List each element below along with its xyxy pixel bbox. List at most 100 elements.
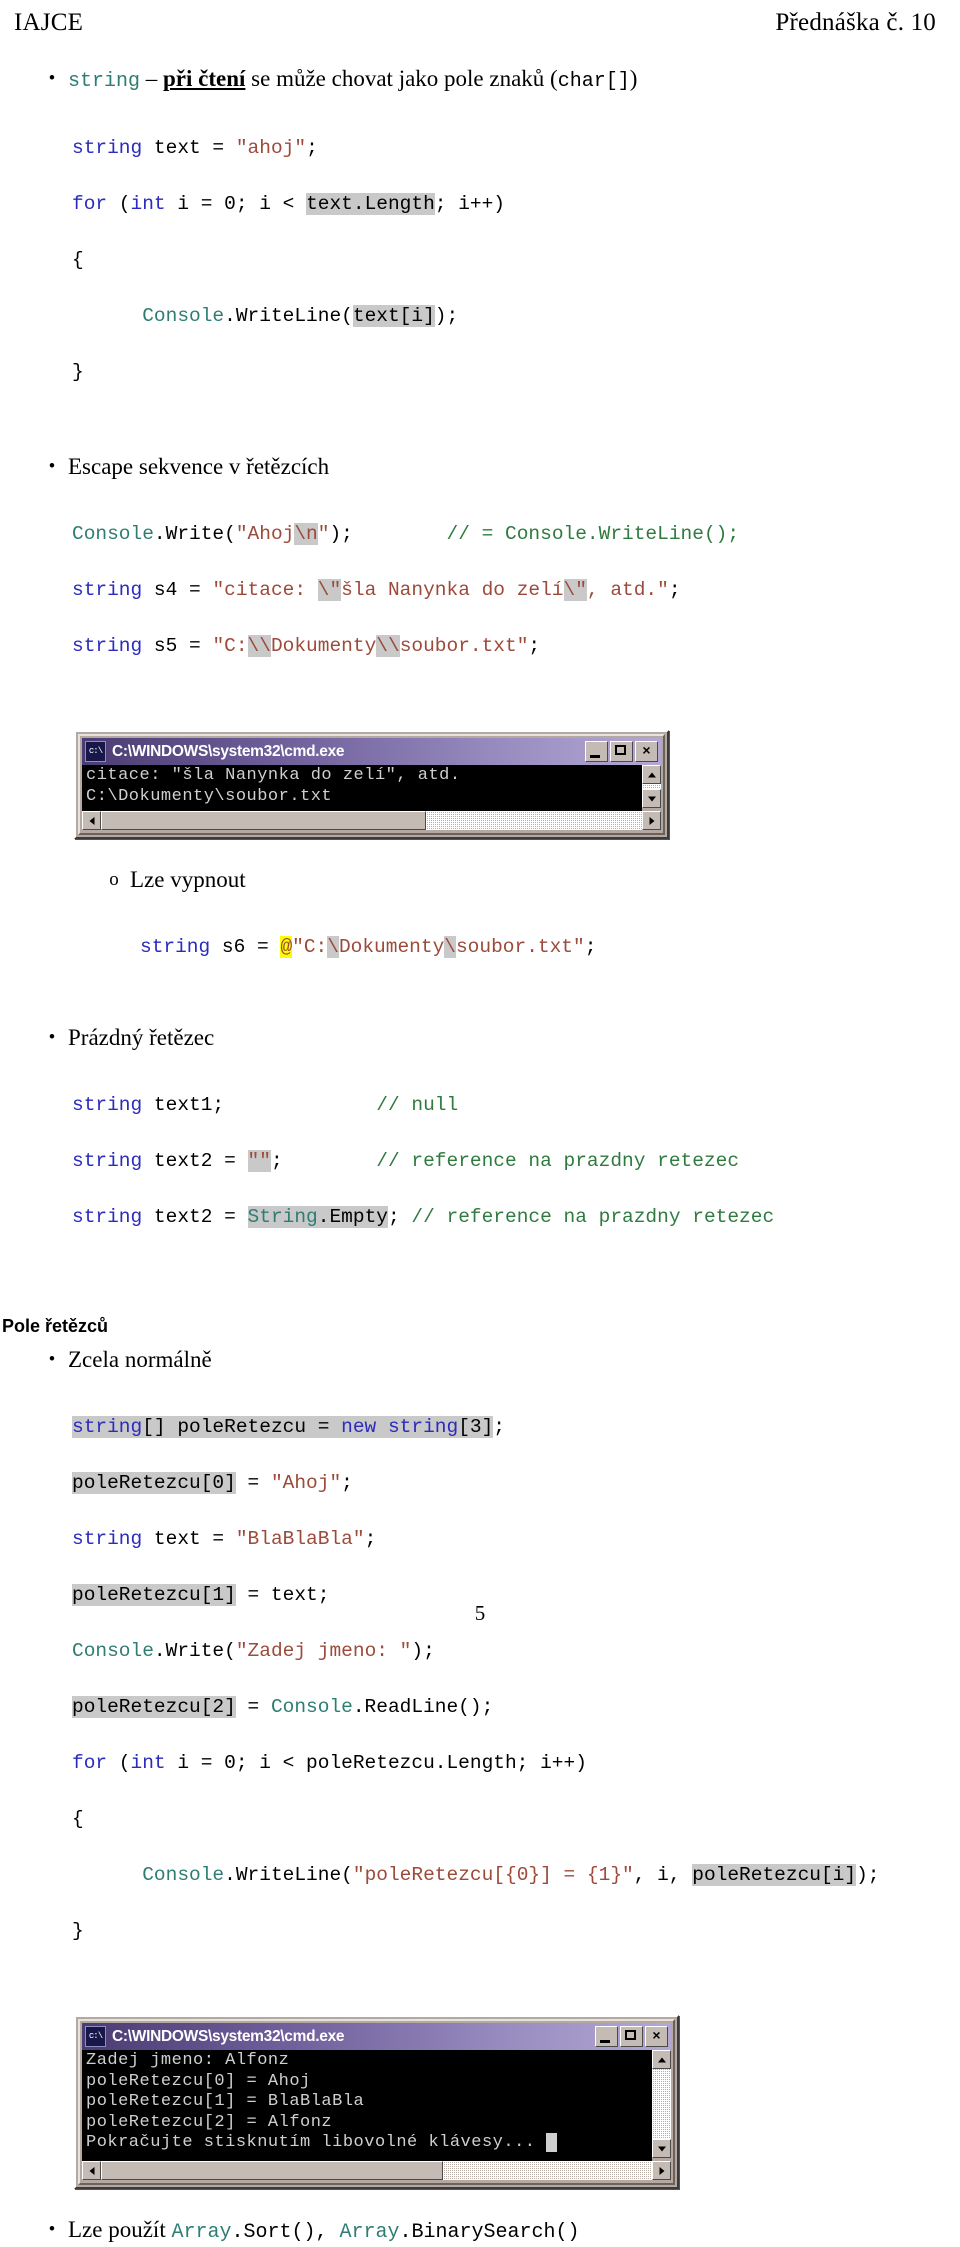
- code-line: }: [72, 1917, 960, 1945]
- console-1-screen-column: citace: "šla Nanynka do zelí", atd. C:\Do…: [82, 765, 642, 811]
- code-token-string: šla Nanynka do zelí: [341, 579, 564, 601]
- code-token-keyword: string: [72, 137, 143, 159]
- code-token-brace: }: [72, 1920, 84, 1942]
- code-line: string text2 = String.Empty; // referenc…: [72, 1203, 960, 1231]
- code-token-class: Console: [72, 523, 154, 545]
- code-token-plain: ;: [387, 1206, 412, 1228]
- code-token-plain: .Write(: [153, 523, 236, 545]
- code-token-gap: [353, 523, 447, 545]
- code-line: string text1; // null: [72, 1091, 960, 1119]
- bullet-lze-pouzit-text: Lze použít Array.Sort(), Array.BinarySea…: [68, 2215, 960, 2247]
- code-token-highlighted: text[i]: [352, 305, 435, 327]
- code-token-plain: =: [235, 1696, 271, 1718]
- code-token-plain: .Write(: [153, 1640, 236, 1662]
- code-token-brace: {: [72, 249, 84, 271]
- inline-code-binarysearch: .BinarySearch(): [399, 2221, 580, 2244]
- code-token-string: "Ahoj: [235, 523, 295, 545]
- console-1-vertical-scrollbar[interactable]: [642, 765, 661, 808]
- code-token-class: Console: [72, 1640, 154, 1662]
- console-1-titlebar[interactable]: c:\ C:\WINDOWS\system32\cmd.exe ×: [82, 738, 661, 765]
- scroll-down-arrow-icon[interactable]: [652, 2139, 671, 2158]
- hscroll-track[interactable]: [425, 811, 642, 830]
- scroll-left-arrow-icon[interactable]: [82, 811, 101, 830]
- scroll-left-arrow-icon[interactable]: [82, 2161, 101, 2180]
- bullet-marker-disc: •: [48, 1349, 56, 1370]
- console-window-2[interactable]: c:\ C:\WINDOWS\system32\cmd.exe × Zadej …: [74, 2015, 679, 2189]
- console-window-2-wrapper: c:\ C:\WINDOWS\system32\cmd.exe × Zadej …: [0, 2015, 960, 2189]
- inline-code-array-1: Array: [171, 2221, 232, 2244]
- console-2-body: Zadej jmeno: Alfonz poleRetezcu[0] = Ahoj…: [82, 2050, 671, 2161]
- code-token-comment: // = Console.WriteLine();: [446, 523, 740, 545]
- code-token-gap: [376, 1416, 388, 1438]
- console-1-horizontal-scrollbar[interactable]: [82, 811, 661, 830]
- code-token-plain: s5 =: [142, 635, 213, 657]
- code-token-plain: =: [235, 1472, 271, 1494]
- code-token-highlighted: poleRetezcu[0]: [72, 1472, 236, 1494]
- code-token-keyword: string: [72, 579, 143, 601]
- code-token-keyword: int: [130, 193, 166, 215]
- code-line: string s5 = "C:\\Dokumenty\\soubor.txt";: [72, 632, 960, 660]
- code-block-string-array: string[] poleRetezcu = new string[3]; po…: [0, 1385, 960, 2001]
- code-line: for (int i = 0; i < text.Length; i++): [72, 190, 960, 218]
- bullet-escape-sequences: • Escape sekvence v řetězcích: [0, 452, 960, 482]
- maximize-button[interactable]: [620, 2026, 643, 2047]
- hscroll-track-wrap[interactable]: [101, 811, 642, 830]
- console-2-horizontal-scrollbar[interactable]: [82, 2161, 671, 2180]
- code-token-plain: (: [107, 193, 131, 215]
- close-button[interactable]: ×: [645, 2026, 668, 2047]
- code-line: string s4 = "citace: \"šla Nanynka do ze…: [72, 576, 960, 604]
- scroll-right-arrow-icon[interactable]: [652, 2161, 671, 2180]
- scroll-right-arrow-icon[interactable]: [642, 811, 661, 830]
- code-line: for (int i = 0; i < poleRetezcu.Length; …: [72, 1749, 960, 1777]
- hscroll-thumb[interactable]: [101, 2161, 443, 2180]
- console-window-1[interactable]: c:\ C:\WINDOWS\system32\cmd.exe × citace…: [74, 730, 669, 839]
- bullet-mid-text: se může chovat jako pole znaků (: [245, 66, 558, 91]
- maximize-button[interactable]: [610, 741, 633, 762]
- bullet-prazdny-retezec-text: Prázdný řetězec: [68, 1025, 215, 1050]
- code-token-string: ": [317, 523, 330, 545]
- header-lecture-title: Přednáška č. 10: [775, 9, 936, 36]
- code-token-keyword: string: [72, 1150, 143, 1172]
- inline-code-string: string: [68, 70, 141, 93]
- console-2-titlebar[interactable]: c:\ C:\WINDOWS\system32\cmd.exe ×: [82, 2023, 671, 2050]
- scroll-up-arrow-icon[interactable]: [642, 765, 661, 784]
- code-token-keyword: int: [130, 1752, 166, 1774]
- code-token-plain: i = 0; i <: [165, 193, 307, 215]
- code-line: poleRetezcu[2] = Console.ReadLine();: [72, 1693, 960, 1721]
- code-block-empty-string: string text1; // null string text2 = "";…: [0, 1063, 960, 1287]
- code-token-plain: );: [329, 523, 353, 545]
- code-token-string: "poleRetezcu[{0}] = {1}": [352, 1864, 634, 1886]
- code-token-plain: text2 =: [142, 1150, 248, 1172]
- code-token-highlighted: "": [247, 1150, 271, 1172]
- close-button[interactable]: ×: [635, 741, 658, 762]
- code-token-plain: text =: [142, 137, 236, 159]
- hscroll-track[interactable]: [442, 2161, 652, 2180]
- code-token-brace: {: [72, 1808, 84, 1830]
- code-token-keyword: new: [341, 1416, 377, 1438]
- bullet-escape-sequences-text: Escape sekvence v řetězcích: [68, 454, 330, 479]
- code-token-keyword: string: [72, 1206, 143, 1228]
- bullet-lze-vypnout-text: Lze vypnout: [130, 867, 246, 892]
- bullet-lze-vypnout: o Lze vypnout: [0, 865, 960, 895]
- code-token-plain: ;: [306, 137, 318, 159]
- code-token-plain: , i,: [633, 1864, 693, 1886]
- code-token-keyword: string: [72, 1416, 143, 1438]
- code-token-escape: \\: [247, 635, 271, 657]
- minimize-button[interactable]: [595, 2026, 618, 2047]
- code-token-string: "C:: [212, 635, 248, 657]
- vscroll-track[interactable]: [652, 2069, 671, 2139]
- code-line: string text2 = ""; // reference na prazd…: [72, 1147, 960, 1175]
- minimize-button[interactable]: [585, 741, 608, 762]
- console-2-vertical-scrollbar[interactable]: [652, 2050, 671, 2158]
- document-content: • string – při čtení se může chovat jako…: [0, 64, 960, 2247]
- scroll-down-arrow-icon[interactable]: [642, 789, 661, 808]
- bullet-string-reading-text: string – při čtení se může chovat jako p…: [68, 64, 960, 96]
- hscroll-thumb[interactable]: [101, 811, 426, 830]
- code-token-string: Dokumenty: [270, 635, 377, 657]
- code-token-string: Dokumenty: [338, 936, 445, 958]
- hscroll-track-wrap[interactable]: [101, 2161, 652, 2180]
- code-token-plain: ; i++): [434, 193, 506, 215]
- code-token-plain: s4 =: [142, 579, 213, 601]
- code-token-plain: text1;: [142, 1094, 225, 1116]
- scroll-up-arrow-icon[interactable]: [652, 2050, 671, 2069]
